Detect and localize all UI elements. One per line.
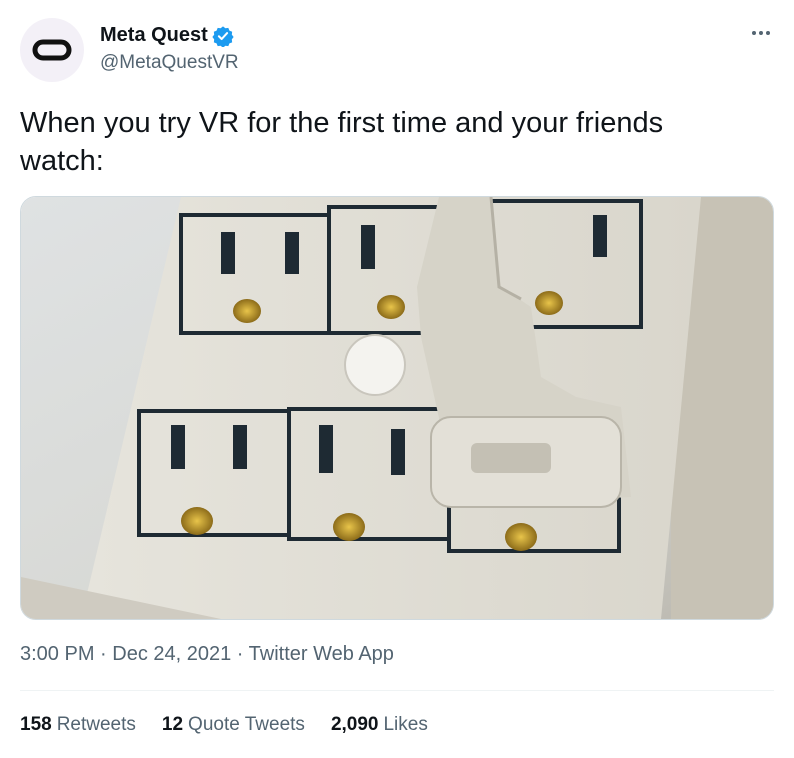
user-name-row: Meta Quest [100,24,234,47]
quote-tweets-label: Quote Tweets [188,714,305,735]
user-name[interactable]: Meta Quest [100,24,208,47]
tweet-time[interactable]: 3:00 PM [20,643,94,665]
tweet-stats: 158 Retweets 12 Quote Tweets 2,090 Likes [20,714,454,736]
tweet-date[interactable]: Dec 24, 2021 [112,643,231,665]
tweet-media-image[interactable] [20,196,774,620]
likes-stat[interactable]: 2,090 Likes [331,714,428,736]
likes-label: Likes [383,714,428,735]
more-options-icon[interactable] [750,22,772,44]
quote-tweets-stat[interactable]: 12 Quote Tweets [162,714,305,736]
divider [20,690,774,691]
quote-tweets-count: 12 [161,714,184,735]
tweet-meta: 3:00 PM · Dec 24, 2021 · Twitter Web App [20,643,394,666]
meta-quest-logo [32,39,72,61]
retweets-label: Retweets [56,714,136,735]
verified-badge-icon [212,25,234,47]
user-handle[interactable]: @MetaQuestVR [100,52,239,74]
tweet-text: When you try VR for the first time and y… [20,107,664,177]
avatar[interactable] [20,18,84,82]
meta-separator: · [231,643,249,665]
power-strip-photo [21,197,773,619]
meta-separator: · [94,643,113,665]
likes-count: 2,090 [330,714,379,735]
retweets-count: 158 [20,714,52,735]
tweet-source[interactable]: Twitter Web App [249,643,394,665]
retweets-stat[interactable]: 158 Retweets [20,714,136,736]
